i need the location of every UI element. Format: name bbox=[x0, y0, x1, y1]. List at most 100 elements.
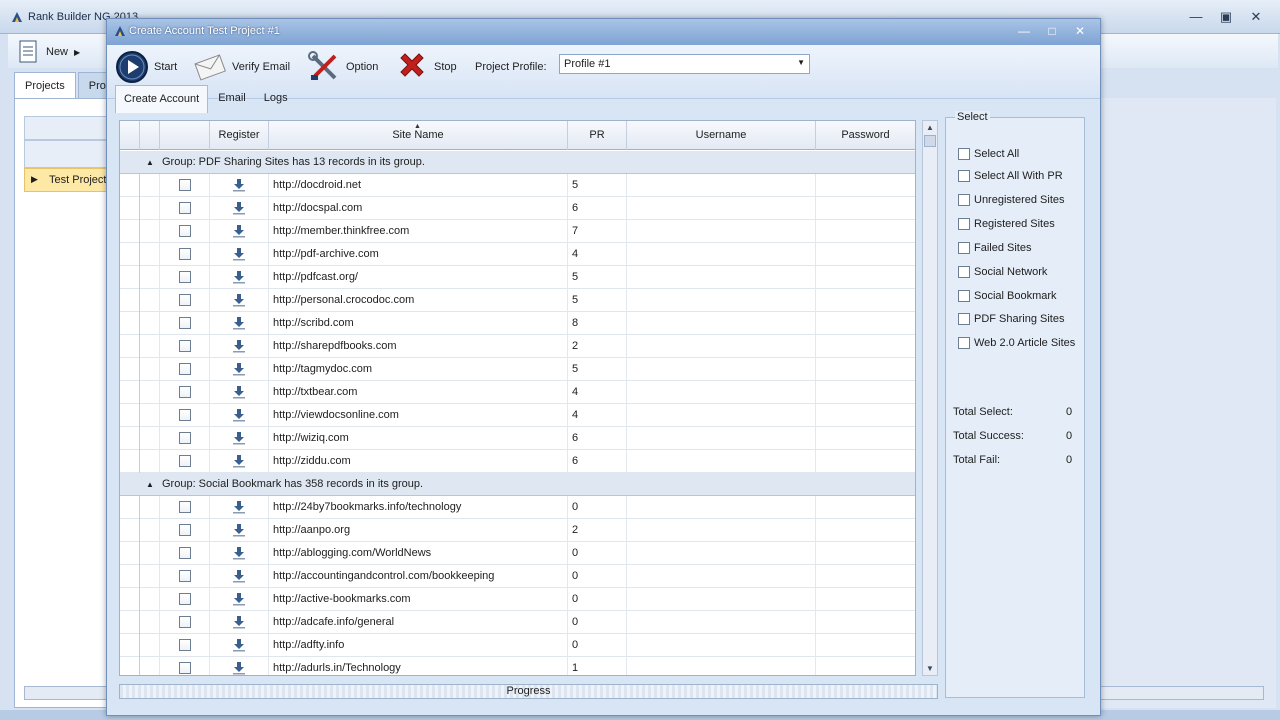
option-checkbox[interactable] bbox=[958, 313, 970, 325]
download-arrow-icon[interactable] bbox=[232, 661, 246, 675]
password-cell[interactable] bbox=[816, 657, 915, 675]
scroll-down-icon[interactable]: ▼ bbox=[926, 664, 934, 673]
row-checkbox[interactable] bbox=[179, 432, 191, 444]
username-cell[interactable] bbox=[627, 634, 816, 657]
username-cell[interactable] bbox=[627, 496, 816, 519]
row-checkbox[interactable] bbox=[179, 662, 191, 674]
register-cell[interactable] bbox=[210, 358, 269, 381]
row-checkbox[interactable] bbox=[179, 386, 191, 398]
table-row[interactable]: http://active-bookmarks.com 0 bbox=[120, 588, 915, 611]
row-checkbox[interactable] bbox=[179, 271, 191, 283]
row-checkbox-cell[interactable] bbox=[160, 266, 210, 289]
row-checkbox[interactable] bbox=[179, 225, 191, 237]
table-row[interactable]: http://wiziq.com 6 bbox=[120, 427, 915, 450]
tab-email[interactable]: Email bbox=[210, 85, 254, 111]
register-cell[interactable] bbox=[210, 220, 269, 243]
download-arrow-icon[interactable] bbox=[232, 546, 246, 560]
table-row[interactable]: http://ablogging.com/WorldNews 0 bbox=[120, 542, 915, 565]
table-row[interactable]: http://viewdocsonline.com 4 bbox=[120, 404, 915, 427]
select-option[interactable]: Failed Sites bbox=[958, 240, 1031, 256]
maximize-button[interactable]: ▣ bbox=[1214, 8, 1238, 26]
username-cell[interactable] bbox=[627, 588, 816, 611]
download-arrow-icon[interactable] bbox=[232, 293, 246, 307]
tab-create-account[interactable]: Create Account bbox=[115, 85, 209, 113]
username-cell[interactable] bbox=[627, 611, 816, 634]
table-row[interactable]: http://accountingandcontrol.com/bookkeep… bbox=[120, 565, 915, 588]
download-arrow-icon[interactable] bbox=[232, 592, 246, 606]
password-cell[interactable] bbox=[816, 542, 915, 565]
table-row[interactable]: http://txtbear.com 4 bbox=[120, 381, 915, 404]
username-cell[interactable] bbox=[627, 312, 816, 335]
close-button[interactable]: ✕ bbox=[1069, 23, 1091, 39]
password-cell[interactable] bbox=[816, 634, 915, 657]
select-option[interactable]: Select All With PR bbox=[958, 168, 1063, 184]
table-row[interactable]: http://docdroid.net 5 bbox=[120, 174, 915, 197]
username-cell[interactable] bbox=[627, 266, 816, 289]
row-checkbox-cell[interactable] bbox=[160, 243, 210, 266]
username-cell[interactable] bbox=[627, 381, 816, 404]
register-cell[interactable] bbox=[210, 450, 269, 473]
table-row[interactable]: http://adcafe.info/general 0 bbox=[120, 611, 915, 634]
download-arrow-icon[interactable] bbox=[232, 638, 246, 652]
row-checkbox-cell[interactable] bbox=[160, 381, 210, 404]
username-cell[interactable] bbox=[627, 197, 816, 220]
row-checkbox[interactable] bbox=[179, 616, 191, 628]
password-cell[interactable] bbox=[816, 197, 915, 220]
password-cell[interactable] bbox=[816, 588, 915, 611]
row-checkbox-cell[interactable] bbox=[160, 220, 210, 243]
username-cell[interactable] bbox=[627, 427, 816, 450]
register-cell[interactable] bbox=[210, 427, 269, 450]
row-checkbox-cell[interactable] bbox=[160, 565, 210, 588]
select-option[interactable]: Web 2.0 Article Sites bbox=[958, 335, 1075, 351]
row-checkbox-cell[interactable] bbox=[160, 542, 210, 565]
download-arrow-icon[interactable] bbox=[232, 224, 246, 238]
option-checkbox[interactable] bbox=[958, 170, 970, 182]
username-cell[interactable] bbox=[627, 243, 816, 266]
maximize-button[interactable]: □ bbox=[1041, 23, 1063, 39]
table-row[interactable]: http://adfty.info 0 bbox=[120, 634, 915, 657]
table-row[interactable]: http://personal.crocodoc.com 5 bbox=[120, 289, 915, 312]
dialog-titlebar[interactable]: Create Account Test Project #1 — □ ✕ bbox=[107, 19, 1100, 45]
download-arrow-icon[interactable] bbox=[232, 362, 246, 376]
table-row[interactable]: http://tagmydoc.com 5 bbox=[120, 358, 915, 381]
row-checkbox[interactable] bbox=[179, 340, 191, 352]
username-cell[interactable] bbox=[627, 358, 816, 381]
table-row[interactable]: http://pdfcast.org/5 bbox=[120, 266, 915, 289]
download-arrow-icon[interactable] bbox=[232, 316, 246, 330]
register-cell[interactable] bbox=[210, 588, 269, 611]
register-cell[interactable] bbox=[210, 496, 269, 519]
group-row[interactable]: ▲ Group: Social Bookmark has 358 records … bbox=[120, 473, 915, 496]
option-checkbox[interactable] bbox=[958, 337, 970, 349]
username-cell[interactable] bbox=[627, 450, 816, 473]
password-cell[interactable] bbox=[816, 565, 915, 588]
tab-logs[interactable]: Logs bbox=[256, 85, 296, 111]
download-arrow-icon[interactable] bbox=[232, 201, 246, 215]
row-checkbox-cell[interactable] bbox=[160, 174, 210, 197]
register-cell[interactable] bbox=[210, 197, 269, 220]
row-checkbox[interactable] bbox=[179, 409, 191, 421]
row-checkbox-cell[interactable] bbox=[160, 634, 210, 657]
download-arrow-icon[interactable] bbox=[232, 454, 246, 468]
download-arrow-icon[interactable] bbox=[232, 615, 246, 629]
row-checkbox[interactable] bbox=[179, 639, 191, 651]
row-checkbox[interactable] bbox=[179, 547, 191, 559]
password-cell[interactable] bbox=[816, 611, 915, 634]
register-cell[interactable] bbox=[210, 542, 269, 565]
option-checkbox[interactable] bbox=[958, 148, 970, 160]
header-register[interactable]: Register bbox=[210, 121, 269, 150]
password-cell[interactable] bbox=[816, 404, 915, 427]
stop-button[interactable]: Stop bbox=[395, 49, 457, 85]
password-cell[interactable] bbox=[816, 243, 915, 266]
verify-email-button[interactable]: Verify Email bbox=[193, 49, 290, 85]
row-checkbox-cell[interactable] bbox=[160, 197, 210, 220]
password-cell[interactable] bbox=[816, 358, 915, 381]
table-row[interactable]: http://ziddu.com 6 bbox=[120, 450, 915, 473]
download-arrow-icon[interactable] bbox=[232, 500, 246, 514]
username-cell[interactable] bbox=[627, 289, 816, 312]
row-checkbox[interactable] bbox=[179, 593, 191, 605]
row-checkbox-cell[interactable] bbox=[160, 427, 210, 450]
register-cell[interactable] bbox=[210, 312, 269, 335]
password-cell[interactable] bbox=[816, 312, 915, 335]
table-row[interactable]: http://scribd.com 8 bbox=[120, 312, 915, 335]
username-cell[interactable] bbox=[627, 335, 816, 358]
